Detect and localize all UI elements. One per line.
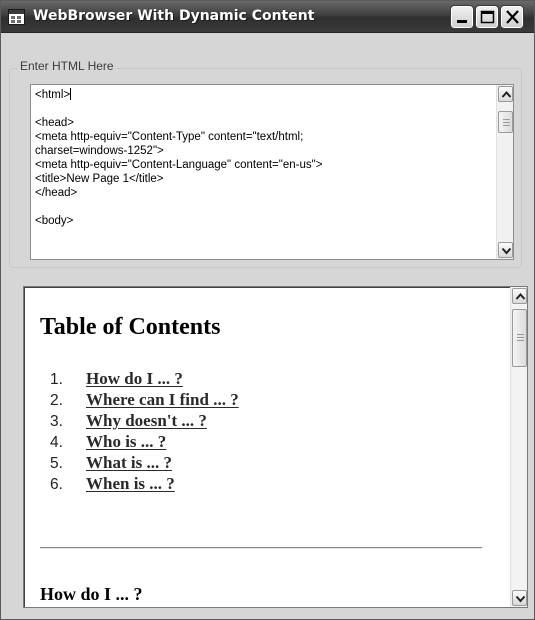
browser-scroll-up-button[interactable]: [512, 288, 527, 304]
toc-item-number: 3.: [50, 413, 63, 430]
browser-scrollbar[interactable]: [510, 287, 527, 607]
minimize-icon: [457, 20, 467, 23]
maximize-button[interactable]: [475, 5, 499, 29]
text-caret: [70, 88, 72, 100]
toc-heading: Table of Contents: [40, 314, 221, 340]
toc-link-who-is[interactable]: Who is ... ?: [86, 432, 166, 451]
chevron-down-icon: [501, 247, 512, 255]
app-window: WebBrowser With Dynamic Content Enter HT…: [0, 0, 535, 620]
html-editor[interactable]: <html> <head> <meta http-equiv="Content-…: [30, 84, 514, 260]
editor-scroll-up-button[interactable]: [498, 86, 513, 102]
maximize-icon: [480, 10, 495, 24]
close-icon: [506, 10, 519, 24]
title-bar[interactable]: WebBrowser With Dynamic Content: [1, 1, 534, 33]
toc-list: 1. How do I ... ? 2. Where can I find ... …: [50, 368, 239, 494]
toc-link-what-is[interactable]: What is ... ?: [86, 453, 172, 472]
html-editor-text[interactable]: <html> <head> <meta http-equiv="Content-…: [35, 88, 490, 228]
close-button[interactable]: [500, 5, 524, 29]
toc-link-how-do-i[interactable]: How do I ... ?: [86, 369, 183, 388]
toc-item-number: 2.: [50, 392, 63, 409]
editor-content: <head> <meta http-equiv="Content-Type" c…: [35, 117, 323, 227]
web-browser-pane[interactable]: Table of Contents 1. How do I ... ? 2. Whe…: [23, 286, 528, 608]
editor-scrollbar[interactable]: [496, 85, 513, 259]
chevron-up-icon: [515, 292, 526, 300]
toc-item: 1. How do I ... ?: [50, 368, 239, 389]
toc-item-number: 5.: [50, 455, 63, 472]
toc-link-when-is[interactable]: When is ... ?: [86, 474, 175, 493]
group-label: Enter HTML Here: [17, 59, 117, 73]
chevron-up-icon: [501, 90, 512, 98]
app-window-icon[interactable]: [8, 9, 25, 25]
minimize-button[interactable]: [450, 5, 474, 29]
toc-item: 3. Why doesn't ... ?: [50, 410, 239, 431]
editor-first-line: <html>: [35, 89, 71, 101]
chevron-down-icon: [515, 595, 526, 603]
window-title: WebBrowser With Dynamic Content: [33, 8, 315, 24]
toc-item-number: 6.: [50, 476, 63, 493]
rendered-document: Table of Contents 1. How do I ... ? 2. Whe…: [24, 287, 510, 607]
toc-item: 6. When is ... ?: [50, 473, 239, 494]
section-heading: How do I ... ?: [40, 584, 143, 604]
toc-link-where-can-i-find[interactable]: Where can I find ... ?: [86, 390, 239, 409]
browser-scroll-thumb[interactable]: [512, 309, 527, 367]
toc-item: 5. What is ... ?: [50, 452, 239, 473]
toc-item: 4. Who is ... ?: [50, 431, 239, 452]
toc-link-why-doesnt[interactable]: Why doesn't ... ?: [86, 411, 207, 430]
toc-item: 2. Where can I find ... ?: [50, 389, 239, 410]
toc-item-number: 1.: [50, 371, 63, 388]
editor-scroll-thumb[interactable]: [498, 111, 513, 133]
editor-scroll-down-button[interactable]: [498, 242, 513, 258]
browser-scroll-down-button[interactable]: [512, 590, 527, 606]
toc-item-number: 4.: [50, 434, 63, 451]
horizontal-rule: [40, 547, 482, 549]
